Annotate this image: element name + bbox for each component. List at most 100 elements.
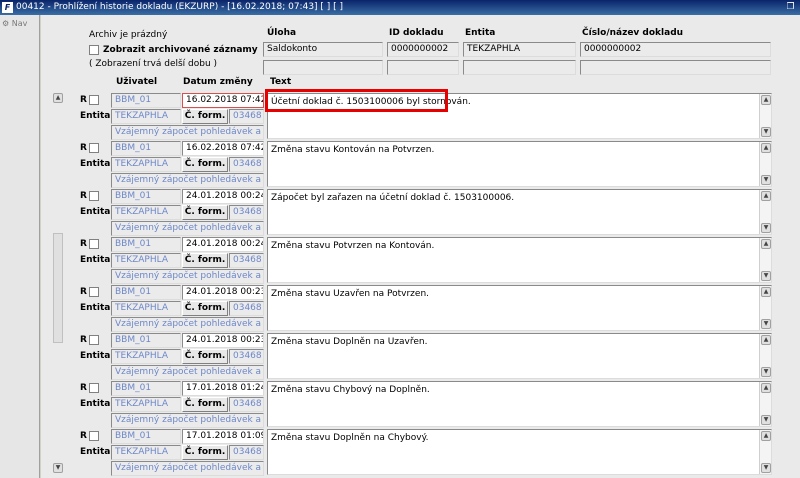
form-number-field[interactable]: 03468 — [229, 445, 264, 460]
user-field[interactable]: BBM_01 — [111, 333, 181, 348]
text-scroll-down-icon[interactable]: ▼ — [761, 223, 771, 233]
cform-button[interactable]: Č. form. — [182, 109, 228, 124]
user-field[interactable]: BBM_01 — [111, 237, 181, 252]
text-area[interactable]: Změna stavu Doplněn na Chybový. — [267, 429, 772, 475]
text-scroll-down-icon[interactable]: ▼ — [761, 127, 771, 137]
text-scrollbar[interactable]: ▲ ▼ — [759, 430, 771, 474]
description-field[interactable]: Vzájemný zápočet pohledávek a závazků — [111, 269, 264, 284]
date-field[interactable]: 24.01.2018 00:23:58 — [182, 285, 264, 300]
text-scroll-up-icon[interactable]: ▲ — [761, 335, 771, 345]
text-scroll-up-icon[interactable]: ▲ — [761, 191, 771, 201]
r-checkbox[interactable] — [89, 95, 99, 105]
text-scrollbar[interactable]: ▲ ▼ — [759, 190, 771, 234]
text-area[interactable]: Změna stavu Kontován na Potvrzen. — [267, 141, 772, 187]
text-scrollbar[interactable]: ▲ ▼ — [759, 286, 771, 330]
r-checkbox[interactable] — [89, 143, 99, 153]
user-field[interactable]: BBM_01 — [111, 93, 181, 108]
cislo-field-2[interactable] — [580, 60, 771, 75]
cform-button[interactable]: Č. form. — [182, 301, 228, 316]
date-field[interactable]: 16.02.2018 07:42:13 — [182, 93, 264, 108]
form-number-field[interactable]: 03468 — [229, 109, 264, 124]
text-scrollbar[interactable]: ▲ ▼ — [759, 334, 771, 378]
description-field[interactable]: Vzájemný zápočet pohledávek a závazků — [111, 173, 264, 188]
date-field[interactable]: 16.02.2018 07:42:13 — [182, 141, 264, 156]
entity-field[interactable]: TEKZAPHLA — [111, 253, 181, 268]
text-scrollbar[interactable]: ▲ ▼ — [759, 382, 771, 426]
text-scroll-up-icon[interactable]: ▲ — [761, 431, 771, 441]
date-field[interactable]: 24.01.2018 00:23:56 — [182, 333, 264, 348]
form-number-field[interactable]: 03468 — [229, 301, 264, 316]
r-checkbox[interactable] — [89, 383, 99, 393]
form-number-field[interactable]: 03468 — [229, 157, 264, 172]
entity-field[interactable]: TEKZAPHLA — [111, 157, 181, 172]
date-field[interactable]: 24.01.2018 00:24:00 — [182, 189, 264, 204]
cform-button[interactable]: Č. form. — [182, 205, 228, 220]
text-scroll-up-icon[interactable]: ▲ — [761, 383, 771, 393]
text-area[interactable]: Změna stavu Doplněn na Uzavřen. — [267, 333, 772, 379]
records-scroll-thumb[interactable] — [53, 233, 63, 343]
text-scroll-down-icon[interactable]: ▼ — [761, 367, 771, 377]
uloha-field-2[interactable] — [263, 60, 383, 75]
text-scroll-down-icon[interactable]: ▼ — [761, 463, 771, 473]
uloha-field[interactable]: Saldokonto — [263, 42, 383, 57]
text-scroll-up-icon[interactable]: ▲ — [761, 95, 771, 105]
form-number-field[interactable]: 03468 — [229, 397, 264, 412]
user-field[interactable]: BBM_01 — [111, 285, 181, 300]
entita-field-2[interactable] — [463, 60, 576, 75]
entita-field[interactable]: TEKZAPHLA — [463, 42, 576, 57]
text-area[interactable]: Změna stavu Potvrzen na Kontován. — [267, 237, 772, 283]
description-field[interactable]: Vzájemný zápočet pohledávek a závazků — [111, 317, 264, 332]
entity-field[interactable]: TEKZAPHLA — [111, 109, 181, 124]
entity-field[interactable]: TEKZAPHLA — [111, 445, 181, 460]
text-scroll-down-icon[interactable]: ▼ — [761, 415, 771, 425]
text-scroll-down-icon[interactable]: ▼ — [761, 319, 771, 329]
cform-button[interactable]: Č. form. — [182, 445, 228, 460]
text-area[interactable]: Zápočet byl zařazen na účetní doklad č. … — [267, 189, 772, 235]
user-field[interactable]: BBM_01 — [111, 429, 181, 444]
text-scrollbar[interactable]: ▲ ▼ — [759, 238, 771, 282]
r-checkbox[interactable] — [89, 335, 99, 345]
description-field[interactable]: Vzájemný zápočet pohledávek a závazků — [111, 461, 264, 476]
id-field-2[interactable] — [387, 60, 459, 75]
cform-button[interactable]: Č. form. — [182, 397, 228, 412]
cform-button[interactable]: Č. form. — [182, 349, 228, 364]
text-scroll-down-icon[interactable]: ▼ — [761, 175, 771, 185]
entity-field[interactable]: TEKZAPHLA — [111, 349, 181, 364]
form-number-field[interactable]: 03468 — [229, 253, 264, 268]
description-field[interactable]: Vzájemný zápočet pohledávek a závazků — [111, 125, 264, 140]
records-scroll-down-icon[interactable]: ▼ — [53, 463, 63, 473]
r-checkbox[interactable] — [89, 431, 99, 441]
entity-field[interactable]: TEKZAPHLA — [111, 205, 181, 220]
restore-window-icon[interactable]: ❐ — [785, 2, 796, 13]
entity-field[interactable]: TEKZAPHLA — [111, 301, 181, 316]
text-scrollbar[interactable]: ▲ ▼ — [759, 94, 771, 138]
r-checkbox[interactable] — [89, 287, 99, 297]
text-area[interactable]: Změna stavu Chybový na Doplněn. — [267, 381, 772, 427]
cform-button[interactable]: Č. form. — [182, 157, 228, 172]
user-field[interactable]: BBM_01 — [111, 381, 181, 396]
date-field[interactable]: 17.01.2018 01:09:04 — [182, 429, 264, 444]
id-field[interactable]: 0000000002 — [387, 42, 459, 57]
description-field[interactable]: Vzájemný zápočet pohledávek a závazků — [111, 413, 264, 428]
records-scroll-up-icon[interactable]: ▲ — [53, 93, 63, 103]
cislo-field[interactable]: 0000000002 — [580, 42, 771, 57]
text-scrollbar[interactable]: ▲ ▼ — [759, 142, 771, 186]
text-scroll-up-icon[interactable]: ▲ — [761, 143, 771, 153]
nav-button[interactable]: ⚙ Nav — [2, 19, 32, 31]
r-checkbox[interactable] — [89, 239, 99, 249]
cform-button[interactable]: Č. form. — [182, 253, 228, 268]
text-scroll-up-icon[interactable]: ▲ — [761, 287, 771, 297]
r-checkbox[interactable] — [89, 191, 99, 201]
form-number-field[interactable]: 03468 — [229, 349, 264, 364]
description-field[interactable]: Vzájemný zápočet pohledávek a závazků — [111, 365, 264, 380]
description-field[interactable]: Vzájemný zápočet pohledávek a závazků — [111, 221, 264, 236]
date-field[interactable]: 17.01.2018 01:24:48 — [182, 381, 264, 396]
records-scrollbar[interactable]: ▲ ▼ — [52, 93, 64, 473]
user-field[interactable]: BBM_01 — [111, 141, 181, 156]
entity-field[interactable]: TEKZAPHLA — [111, 397, 181, 412]
show-archived-checkbox[interactable] — [89, 45, 99, 55]
text-scroll-up-icon[interactable]: ▲ — [761, 239, 771, 249]
form-number-field[interactable]: 03468 — [229, 205, 264, 220]
text-area[interactable]: Změna stavu Uzavřen na Potvrzen. — [267, 285, 772, 331]
text-scroll-down-icon[interactable]: ▼ — [761, 271, 771, 281]
